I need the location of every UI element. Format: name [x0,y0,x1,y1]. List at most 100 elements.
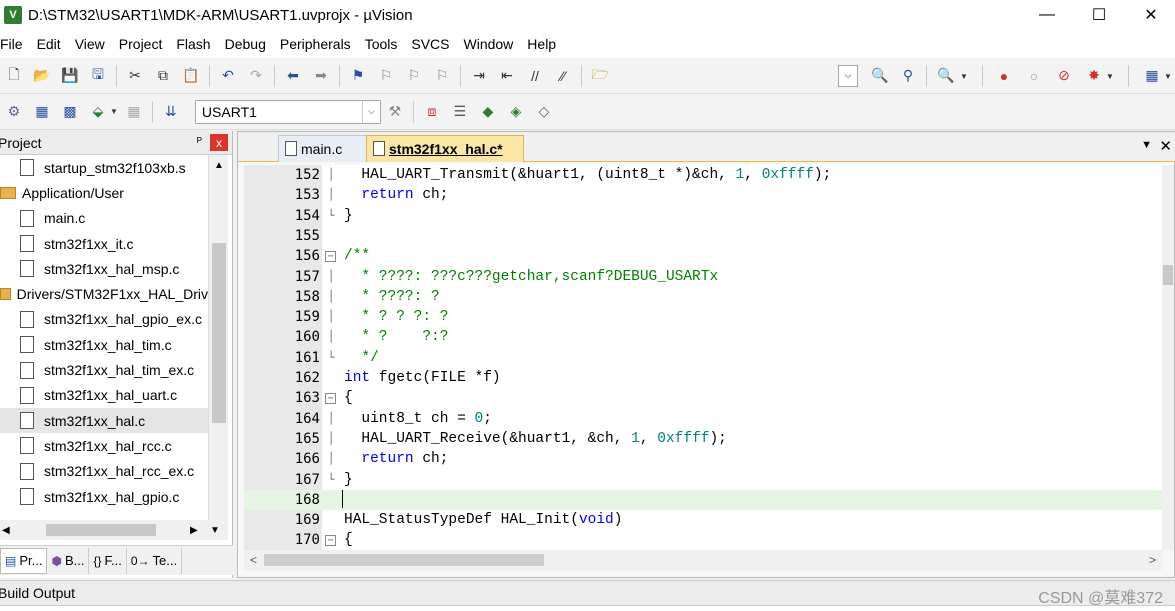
navigate-forward-icon[interactable]: ➡ [310,65,332,87]
code-line[interactable]: 152 │ HAL_UART_Transmit(&huart1, (uint8_t… [244,165,1162,185]
project-tree-vertical-scrollbar[interactable]: ▲ [208,155,228,540]
code-line[interactable]: 157 │ * ????: ???c???getchar,scanf?DEBUG_… [244,267,1162,287]
chevron-down-icon[interactable]: ⌵ [361,100,380,123]
menu-file[interactable]: File [0,36,30,52]
rebuild-icon[interactable]: ▩ [59,101,81,123]
breakpoint-disable-icon[interactable]: ○ [1023,65,1045,87]
menu-window[interactable]: Window [457,36,521,52]
code-line[interactable]: 155 [244,226,1162,246]
find-icon[interactable]: 🔍 [869,65,891,87]
target-options-icon[interactable]: ⚒ [384,101,406,123]
tab-functions[interactable]: {} F... [89,547,127,574]
code-line[interactable]: 169 HAL_StatusTypeDef HAL_Init(void) [244,510,1162,530]
tree-item-hal-gpio-c[interactable]: stm32f1xx_hal_gpio.c [0,484,208,509]
tree-item-hal-rcc-ex-c[interactable]: stm32f1xx_hal_rcc_ex.c [0,459,208,484]
code-line[interactable]: 164 │ uint8_t ch = 0; [244,409,1162,429]
scrollbar-thumb[interactable] [46,524,156,536]
debug-start-icon[interactable]: 🔍 [935,65,957,87]
menu-view[interactable]: View [68,36,112,52]
menu-project[interactable]: Project [112,36,170,52]
code-line[interactable]: 163−{ [244,388,1162,408]
pin-icon[interactable]: ᴾ [197,135,202,149]
code-line[interactable]: 153 │ return ch; [244,185,1162,205]
code-line[interactable]: 165 │ HAL_UART_Receive(&huart1, &ch, 1, 0… [244,429,1162,449]
menu-tools[interactable]: Tools [358,36,405,52]
fold-collapse-icon[interactable]: − [325,393,336,405]
navigate-back-icon[interactable]: ⬅ [282,65,304,87]
close-tab-icon[interactable]: ✕ [1159,137,1172,155]
tree-item-hal-tim-ex-c[interactable]: stm32f1xx_hal_tim_ex.c [0,357,208,382]
close-panel-button[interactable]: x [210,134,228,151]
code-line[interactable]: 170−{ [244,530,1162,550]
code-line[interactable]: 156−/** [244,246,1162,266]
tree-item-hal-msp-c[interactable]: stm32f1xx_hal_msp.c [0,256,208,281]
editor-horizontal-scrollbar[interactable]: < > [244,550,1162,570]
scroll-right-icon[interactable]: > [1149,553,1156,567]
code-line[interactable]: 167 └} [244,470,1162,490]
code-line[interactable]: 162 int fgetc(FILE *f) [244,368,1162,388]
minimize-button[interactable]: — [1024,0,1070,30]
maximize-button[interactable]: ☐ [1076,0,1122,30]
bookmark-toggle-icon[interactable]: ⚑ [347,65,369,87]
bookmark-next-icon[interactable]: ⚐ [403,65,425,87]
find-in-files-icon[interactable]: 🗁 [589,65,611,87]
breakpoint-disable-all-icon[interactable]: ⊘ [1053,65,1075,87]
stop-build-icon[interactable]: ▦ [123,101,145,123]
tab-stm32f1xx-hal-c[interactable]: stm32f1xx_hal.c* [366,135,524,162]
scrollbar-thumb[interactable] [1163,265,1173,285]
code-line[interactable]: 168 [244,489,1162,511]
target-select[interactable]: USART1 ⌵ [194,99,381,124]
translate-icon[interactable]: ⚙ [3,101,25,123]
tree-item-main-c[interactable]: main.c [0,206,208,231]
menu-debug[interactable]: Debug [218,36,273,52]
breakpoint-insert-icon[interactable]: ● [993,65,1015,87]
tree-folder-application-user[interactable]: Application/User [0,180,208,205]
tree-item-it-c[interactable]: stm32f1xx_it.c [0,231,208,256]
bookmark-prev-icon[interactable]: ⚐ [375,65,397,87]
incremental-find-icon[interactable]: ⚲ [897,65,919,87]
code-editor[interactable]: 152 │ HAL_UART_Transmit(&huart1, (uint8_t… [244,165,1162,550]
project-tree-horizontal-scrollbar[interactable]: ◀ ▶ ▼ [0,520,228,540]
menu-svcs[interactable]: SVCS [404,36,456,52]
code-line[interactable]: 158 │ * ????: ? [244,287,1162,307]
scrollbar-thumb[interactable] [264,554,544,566]
scroll-down-icon[interactable]: ▼ [210,525,220,536]
code-line[interactable]: 154 └} [244,206,1162,226]
save-all-icon[interactable]: 🖫 [87,65,109,87]
close-window-button[interactable]: ✕ [1128,0,1174,30]
uncomment-icon[interactable]: ⁄⁄ [552,65,574,87]
undo-icon[interactable]: ↶ [217,65,239,87]
find-combo-dropdown[interactable]: ⌵ [838,64,858,87]
tab-list-dropdown-icon[interactable]: ▼ [1141,139,1152,151]
comment-icon[interactable]: // [524,65,546,87]
menu-flash[interactable]: Flash [169,36,217,52]
manage-rte-icon[interactable]: ◇ [533,101,555,123]
editor-vertical-scrollbar[interactable] [1162,165,1174,550]
tree-item-hal-gpio-ex-c[interactable]: stm32f1xx_hal_gpio_ex.c [0,307,208,332]
tree-item-hal-uart-c[interactable]: stm32f1xx_hal_uart.c [0,383,208,408]
indent-icon[interactable]: ⇥ [468,65,490,87]
fold-collapse-icon[interactable]: − [325,535,336,547]
scrollbar-thumb[interactable] [212,243,226,423]
menu-edit[interactable]: Edit [30,36,68,52]
breakpoint-kill-all-icon[interactable]: ✸ [1083,65,1105,87]
select-packs-icon[interactable]: ◆ [477,101,499,123]
cut-icon[interactable]: ✂ [124,65,146,87]
chevron-down-icon[interactable]: ▼ [960,72,968,81]
scroll-right-icon[interactable]: ▶ [190,525,198,536]
tab-books[interactable]: ⬢ B... [47,547,90,574]
file-extensions-icon[interactable]: ☰ [449,101,471,123]
redo-icon[interactable]: ↷ [245,65,267,87]
chevron-down-icon[interactable]: ▼ [1164,72,1172,81]
unindent-icon[interactable]: ⇤ [496,65,518,87]
new-file-icon[interactable]: 🗋 [3,65,25,87]
tab-project[interactable]: ▤ Pr... [0,547,48,574]
code-line[interactable]: 166 │ return ch; [244,449,1162,469]
scroll-left-icon[interactable]: ◀ [2,525,10,536]
download-load-icon[interactable]: ⇊ [160,101,182,123]
tree-folder-drivers[interactable]: Drivers/STM32F1xx_HAL_Driv [0,281,208,306]
code-line[interactable]: 159 │ * ? ? ?: ? [244,307,1162,327]
tree-item-hal-c[interactable]: stm32f1xx_hal.c [0,407,208,434]
chevron-down-icon[interactable]: ▼ [110,107,118,116]
window-layout-icon[interactable]: ▦ [1141,65,1163,87]
